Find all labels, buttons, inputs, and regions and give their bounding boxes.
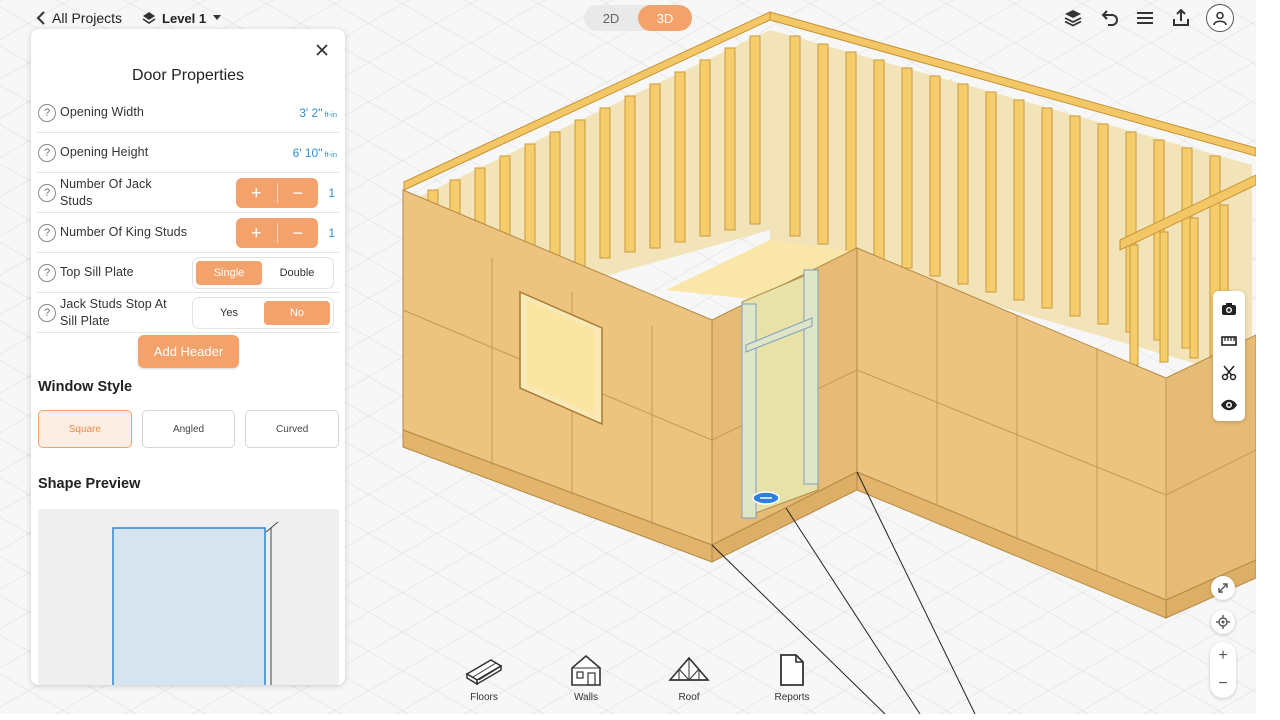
increment-button[interactable]: + — [236, 178, 277, 208]
expand-view-button[interactable] — [1211, 576, 1235, 600]
yes-option[interactable]: Yes — [196, 301, 262, 325]
nav-floors-label: Floors — [470, 692, 498, 703]
help-icon[interactable]: ? — [38, 143, 56, 162]
property-label: Number Of Jack Studs — [60, 176, 152, 208]
user-avatar-icon[interactable] — [1206, 4, 1234, 32]
property-row-top-sill-plate: ? Top Sill Plate Single Double — [37, 253, 339, 293]
style-angled-button[interactable]: Angled — [141, 410, 236, 448]
decrement-button[interactable]: − — [278, 178, 319, 208]
chevron-left-icon — [36, 11, 46, 25]
add-header-button[interactable]: Add Header — [138, 335, 239, 368]
caret-down-icon — [212, 14, 222, 22]
undo-icon[interactable] — [1098, 5, 1120, 31]
property-list: ? Opening Width 3' 2" ft-in ? Opening Hei… — [37, 93, 339, 333]
jack-studs-stepper: + − — [236, 178, 318, 208]
increment-button[interactable]: + — [236, 218, 277, 248]
expand-icon — [1218, 583, 1228, 593]
eye-icon[interactable] — [1217, 393, 1241, 417]
close-icon — [316, 44, 328, 56]
single-option[interactable]: Single — [196, 261, 262, 285]
layers-icon — [142, 11, 156, 25]
back-to-projects-link[interactable]: All Projects — [36, 10, 122, 26]
property-row-jack-studs: ? Number Of Jack Studs + − 1 — [37, 173, 339, 213]
property-label: Opening Height — [60, 145, 149, 159]
property-label: Opening Width — [60, 105, 144, 119]
walls-icon — [571, 654, 601, 686]
jack-studs-count: 1 — [328, 185, 335, 200]
property-row-jack-studs-stop: ? Jack Studs Stop At Sill Plate Yes No — [37, 293, 339, 333]
panel-title: Door Properties — [131, 67, 245, 84]
back-link-label: All Projects — [52, 10, 123, 26]
document-icon — [780, 654, 804, 686]
nav-walls[interactable]: Walls — [556, 652, 616, 703]
help-icon[interactable]: ? — [38, 183, 56, 202]
nav-roof[interactable]: Roof — [659, 652, 719, 703]
nav-floors[interactable]: Floors — [454, 652, 514, 703]
ruler-icon[interactable] — [1217, 329, 1241, 353]
property-row-opening-width: ? Opening Width 3' 2" ft-in — [37, 93, 339, 133]
opening-height-value[interactable]: 6' 10" ft-in — [293, 146, 337, 160]
decrement-button[interactable]: − — [278, 218, 319, 248]
window-style-options: Square Angled Curved — [38, 410, 340, 448]
topbar-right — [1062, 4, 1234, 32]
topbar-left: All Projects Level 1 — [36, 8, 222, 28]
recenter-button[interactable] — [1211, 610, 1235, 634]
layers-toggle-icon[interactable] — [1062, 5, 1084, 31]
view-mode-toggle: 2D 3D — [584, 5, 692, 31]
help-icon[interactable]: ? — [38, 263, 56, 282]
window-edge — [1256, 0, 1280, 720]
menu-icon[interactable] — [1134, 5, 1156, 31]
property-label: Jack Studs Stop At Sill Plate — [60, 296, 167, 328]
help-icon[interactable]: ? — [38, 303, 56, 322]
window-edge-bottom — [0, 714, 1280, 720]
no-option[interactable]: No — [264, 301, 330, 325]
jack-studs-stop-toggle: Yes No — [193, 298, 333, 328]
nav-walls-label: Walls — [573, 692, 599, 703]
view-2d-button[interactable]: 2D — [584, 5, 638, 31]
help-icon[interactable]: ? — [38, 103, 56, 122]
bottom-navigation: Floors Walls Roof Reports — [0, 652, 1280, 712]
nav-reports-label: Reports — [774, 692, 810, 703]
view-tools — [1213, 291, 1245, 421]
door-properties-panel: Door Properties ? Opening Width 3' 2" ft-… — [31, 29, 345, 685]
style-square-button[interactable]: Square — [38, 410, 132, 448]
target-icon — [1216, 615, 1230, 629]
nav-reports[interactable]: Reports — [762, 652, 822, 703]
shape-preview-title: Shape Preview — [38, 476, 141, 492]
king-studs-count: 1 — [328, 225, 335, 240]
camera-icon[interactable] — [1217, 297, 1241, 321]
roof-truss-icon — [668, 656, 710, 681]
close-panel-button[interactable] — [313, 41, 331, 59]
style-curved-button[interactable]: Curved — [245, 410, 340, 448]
property-label: Number Of King Studs — [60, 225, 188, 239]
top-sill-plate-toggle: Single Double — [193, 258, 333, 288]
property-row-king-studs: ? Number Of King Studs + − 1 — [37, 213, 339, 253]
property-label: Top Sill Plate — [60, 265, 134, 279]
floors-icon — [465, 659, 503, 686]
view-3d-button[interactable]: 3D — [638, 5, 692, 31]
level-label: Level 1 — [162, 10, 207, 26]
double-option[interactable]: Double — [264, 261, 330, 285]
nav-roof-label: Roof — [678, 692, 700, 703]
property-row-opening-height: ? Opening Height 6' 10" ft-in — [37, 133, 339, 173]
scissors-icon[interactable] — [1217, 361, 1241, 385]
king-studs-stepper: + − — [236, 218, 318, 248]
window-style-title: Window Style — [38, 379, 133, 395]
help-icon[interactable]: ? — [38, 223, 56, 242]
level-selector[interactable]: Level 1 — [142, 11, 222, 26]
opening-width-value[interactable]: 3' 2" ft-in — [299, 106, 337, 120]
share-icon[interactable] — [1170, 5, 1192, 31]
